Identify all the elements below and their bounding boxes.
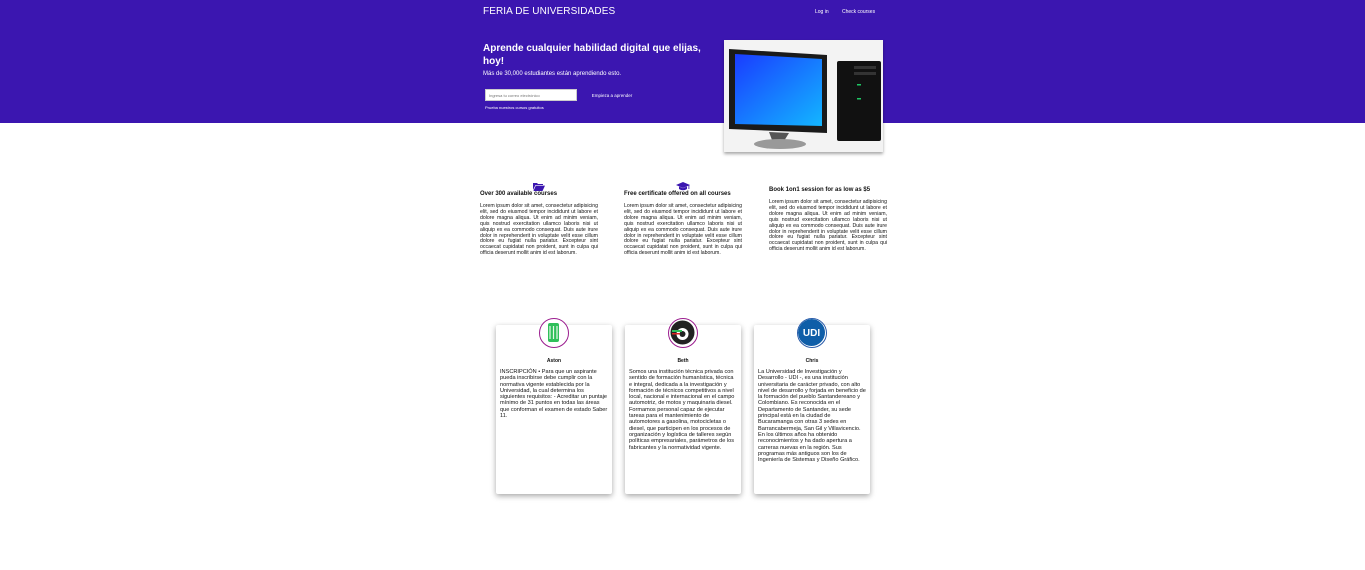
free-courses-link[interactable]: Prueba nuestros cursos gratuitos	[485, 105, 544, 110]
feature-courses: Over 300 available courses Lorem ipsum d…	[480, 178, 598, 257]
start-learning-button[interactable]: Empieza a aprender	[582, 89, 642, 101]
card-text: INSCRIPCIÓN • Para que un aspirante pued…	[500, 369, 608, 420]
email-input[interactable]	[485, 89, 577, 101]
card-beth[interactable]: Beth Somos una institución técnica priva…	[625, 318, 741, 494]
hero-subtitle: Más de 30,000 estudiantes están aprendie…	[483, 71, 622, 77]
hero-title: Aprende cualquier habilidad digital que …	[483, 43, 701, 67]
computer-image	[724, 40, 883, 152]
feature-text: Lorem ipsum dolor sit amet, consectetur …	[480, 203, 598, 257]
folder-icon	[480, 178, 598, 191]
card-name: Aston	[546, 358, 562, 364]
feature-title: Free certificate offered on all courses	[624, 191, 731, 197]
avatar	[539, 318, 569, 348]
nav-courses-link[interactable]: Check courses	[842, 9, 875, 15]
feature-session: Book 1on1 session for as low as $5 Lorem…	[769, 187, 887, 253]
card-chris[interactable]: UDI Chris La Universidad de Investigació…	[754, 318, 870, 494]
feature-text: Lorem ipsum dolor sit amet, consectetur …	[769, 199, 887, 253]
feature-text: Lorem ipsum dolor sit amet, consectetur …	[624, 203, 742, 257]
feature-certificate: Free certificate offered on all courses …	[624, 178, 742, 257]
card-text: Somos una institución técnica privada co…	[629, 369, 735, 451]
udi-logo-text: UDI	[803, 328, 820, 339]
avatar	[668, 318, 698, 348]
card-aston[interactable]: Aston INSCRIPCIÓN • Para que un aspirant…	[496, 318, 612, 494]
brand-title[interactable]: FERIA DE UNIVERSIDADES	[483, 6, 615, 17]
card-text: La Universidad de Investigación y Desarr…	[758, 369, 866, 464]
card-name: Chris	[805, 358, 819, 364]
avatar: UDI	[797, 318, 827, 348]
nav-login-link[interactable]: Log in	[815, 9, 829, 15]
feature-title: Book 1on1 session for as low as $5	[769, 187, 871, 193]
feature-title: Over 300 available courses	[480, 191, 558, 197]
card-name: Beth	[677, 358, 689, 364]
graduation-cap-icon	[624, 178, 742, 191]
